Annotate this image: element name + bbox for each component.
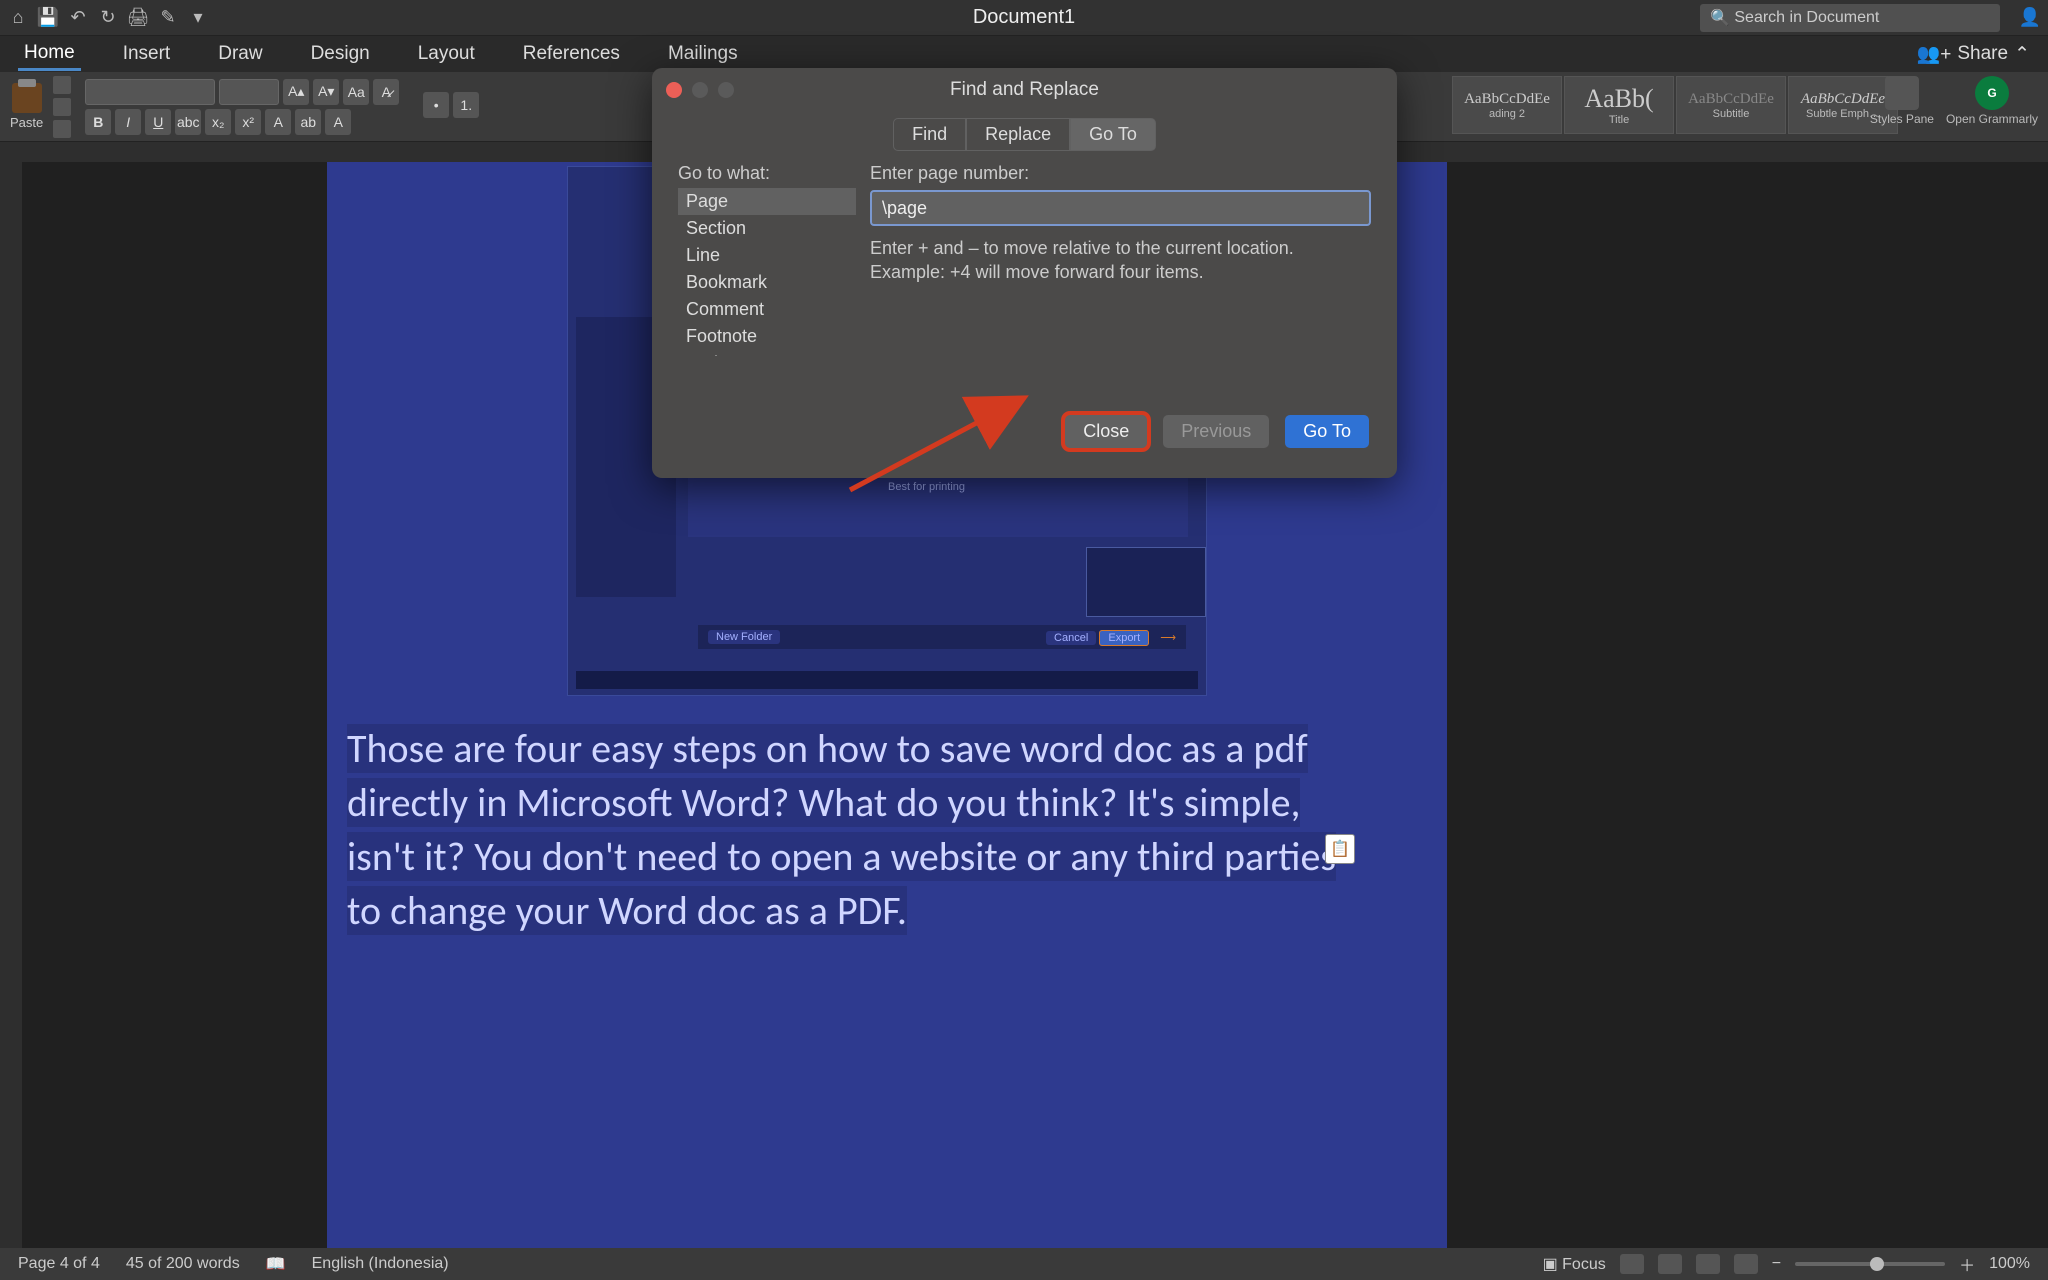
tab-home[interactable]: Home xyxy=(18,38,81,71)
tab-layout[interactable]: Layout xyxy=(412,39,481,69)
tab-draw[interactable]: Draw xyxy=(212,39,268,69)
segment-find[interactable]: Find xyxy=(893,118,966,151)
print-icon[interactable]: 🖨 xyxy=(128,8,148,28)
list-item-footnote[interactable]: Footnote xyxy=(678,323,856,350)
account-icon[interactable]: 👤 xyxy=(2020,8,2040,28)
bullets-button[interactable]: • xyxy=(423,92,449,118)
find-replace-dialog: Find and Replace Find Replace Go To Go t… xyxy=(652,68,1397,478)
chevron-up-icon[interactable]: ⌃ xyxy=(2014,43,2030,66)
search-placeholder: Search in Document xyxy=(1734,9,1879,27)
title-toolbar: ⌂ 💾 ↶ ↻ 🖨 ✎ ▾ Document1 🔍 Search in Docu… xyxy=(0,0,2048,36)
decrease-font-icon[interactable]: A▾ xyxy=(313,79,339,105)
tab-insert[interactable]: Insert xyxy=(117,39,177,69)
font-color-button[interactable]: A xyxy=(265,109,291,135)
style-title[interactable]: AaBb(Title xyxy=(1564,76,1674,134)
undo-icon[interactable]: ↶ xyxy=(68,8,88,28)
outline-view-icon[interactable] xyxy=(1696,1254,1720,1274)
font-family-select[interactable] xyxy=(85,79,215,105)
document-title: Document1 xyxy=(973,6,1075,29)
list-item-comment[interactable]: Comment xyxy=(678,296,856,323)
copy-icon[interactable] xyxy=(53,98,71,116)
subscript-button[interactable]: x₂ xyxy=(205,109,231,135)
cut-icon[interactable] xyxy=(53,76,71,94)
list-item-endnote[interactable]: Endnote xyxy=(678,350,856,356)
document-paragraph[interactable]: Those are four easy steps on how to save… xyxy=(347,722,1352,938)
underline-button[interactable]: U xyxy=(145,109,171,135)
style-heading2[interactable]: AaBbCcDdEeading 2 xyxy=(1452,76,1562,134)
search-input[interactable]: 🔍 Search in Document xyxy=(1700,4,2000,32)
highlight-button[interactable]: ab xyxy=(295,109,321,135)
focus-mode-button[interactable]: ▣ Focus xyxy=(1543,1254,1606,1274)
goto-button[interactable]: Go To xyxy=(1285,415,1369,448)
superscript-button[interactable]: x² xyxy=(235,109,261,135)
previous-button[interactable]: Previous xyxy=(1163,415,1269,448)
styles-pane-icon xyxy=(1885,76,1919,110)
clear-formatting-icon[interactable]: A̷ xyxy=(373,79,399,105)
share-icon: 👥+ xyxy=(1917,42,1952,66)
status-bar: Page 4 of 4 45 of 200 words 📖 English (I… xyxy=(0,1248,2048,1280)
signature-icon[interactable]: ✎ xyxy=(158,8,178,28)
styles-gallery[interactable]: AaBbCcDdEeading 2 AaBb(Title AaBbCcDdEeS… xyxy=(1452,76,1898,134)
qat-dropdown-icon[interactable]: ▾ xyxy=(188,8,208,28)
close-button[interactable]: Close xyxy=(1065,415,1147,448)
goto-hint: Enter + and – to move relative to the cu… xyxy=(870,236,1371,285)
page-indicator[interactable]: Page 4 of 4 xyxy=(18,1255,100,1273)
list-item-page[interactable]: Page xyxy=(678,188,856,215)
strikethrough-button[interactable]: abc xyxy=(175,109,201,135)
zoom-window-icon xyxy=(718,82,734,98)
change-case-icon[interactable]: Aa xyxy=(343,79,369,105)
draft-view-icon[interactable] xyxy=(1734,1254,1758,1274)
dialog-title: Find and Replace xyxy=(950,79,1099,101)
styles-pane-button[interactable]: Styles Pane xyxy=(1870,76,1934,126)
zoom-out-button[interactable]: − xyxy=(1772,1255,1781,1273)
style-subtitle[interactable]: AaBbCcDdEeSubtitle xyxy=(1676,76,1786,134)
numbering-button[interactable]: 1. xyxy=(453,92,479,118)
grammarly-button[interactable]: G Open Grammarly xyxy=(1946,76,2038,126)
clipboard-icon xyxy=(12,83,42,113)
save-icon[interactable]: 💾 xyxy=(38,8,58,28)
minimize-window-icon xyxy=(692,82,708,98)
dialog-segments: Find Replace Go To xyxy=(652,118,1397,151)
grammarly-icon: G xyxy=(1975,76,2009,110)
tab-design[interactable]: Design xyxy=(305,39,376,69)
word-count[interactable]: 45 of 200 words xyxy=(126,1255,240,1273)
close-window-icon[interactable] xyxy=(666,82,682,98)
vertical-ruler[interactable] xyxy=(0,162,22,1248)
web-layout-view-icon[interactable] xyxy=(1658,1254,1682,1274)
paste-options-badge[interactable]: 📋 xyxy=(1325,834,1355,864)
zoom-level[interactable]: 100% xyxy=(1989,1255,2030,1273)
list-item-section[interactable]: Section xyxy=(678,215,856,242)
tab-references[interactable]: References xyxy=(517,39,626,69)
format-painter-icon[interactable] xyxy=(53,120,71,138)
zoom-in-button[interactable]: ＋ xyxy=(1959,1252,1975,1276)
language-indicator[interactable]: English (Indonesia) xyxy=(312,1255,449,1273)
dialog-titlebar: Find and Replace xyxy=(652,68,1397,112)
page-number-label: Enter page number: xyxy=(870,163,1371,184)
zoom-slider[interactable] xyxy=(1795,1262,1945,1266)
text-effects-button[interactable]: A xyxy=(325,109,351,135)
goto-what-list[interactable]: Page Section Line Bookmark Comment Footn… xyxy=(678,188,856,356)
segment-replace[interactable]: Replace xyxy=(966,118,1070,151)
bold-button[interactable]: B xyxy=(85,109,111,135)
increase-font-icon[interactable]: A▴ xyxy=(283,79,309,105)
paste-button[interactable]: Paste xyxy=(10,83,43,130)
share-button[interactable]: 👥+ Share ⌃ xyxy=(1917,42,2030,66)
segment-goto[interactable]: Go To xyxy=(1070,118,1156,151)
font-size-select[interactable] xyxy=(219,79,279,105)
italic-button[interactable]: I xyxy=(115,109,141,135)
list-item-bookmark[interactable]: Bookmark xyxy=(678,269,856,296)
redo-icon[interactable]: ↻ xyxy=(98,8,118,28)
tab-mailings[interactable]: Mailings xyxy=(662,39,744,69)
page-number-input[interactable]: \page xyxy=(870,190,1371,226)
home-icon[interactable]: ⌂ xyxy=(8,8,28,28)
ribbon-tabs: Home Insert Draw Design Layout Reference… xyxy=(0,36,2048,72)
print-layout-view-icon[interactable] xyxy=(1620,1254,1644,1274)
spellcheck-icon[interactable]: 📖 xyxy=(266,1254,286,1274)
list-item-line[interactable]: Line xyxy=(678,242,856,269)
goto-what-label: Go to what: xyxy=(678,163,856,184)
